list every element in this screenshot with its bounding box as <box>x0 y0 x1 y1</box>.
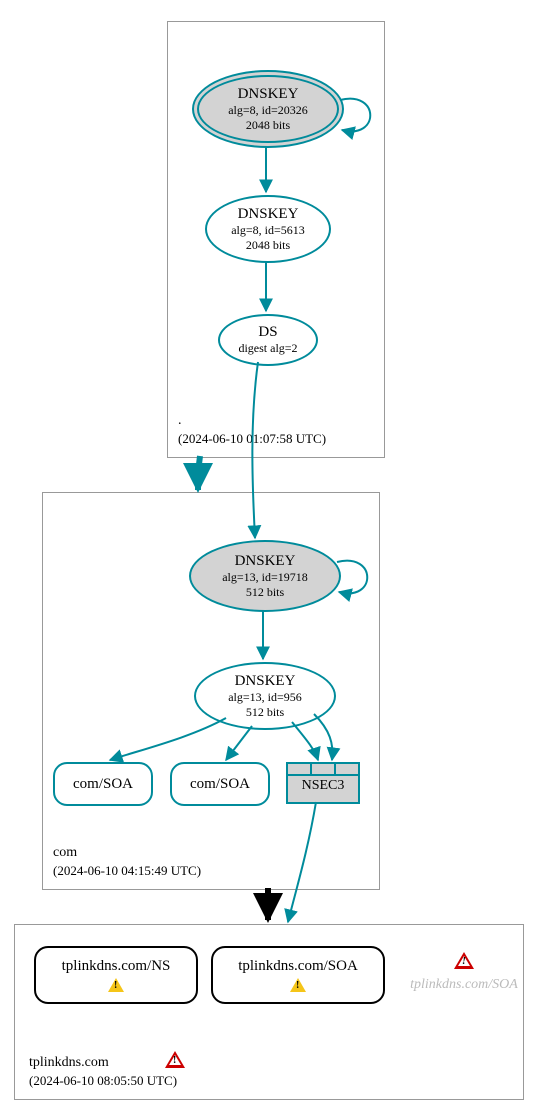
tpl-soa: tplinkdns.com/SOA <box>211 946 385 1004</box>
node-title: DNSKEY <box>238 206 299 223</box>
root-ds: DS digest alg=2 <box>218 314 318 366</box>
com-soa-2: com/SOA <box>170 762 270 806</box>
node-sub2: 512 bits <box>246 585 284 600</box>
com-zsk-dnskey: DNSKEY alg=13, id=956 512 bits <box>194 662 336 730</box>
com-nsec3: NSEC3 <box>286 762 360 804</box>
com-soa-1: com/SOA <box>53 762 153 806</box>
warning-icon <box>108 978 124 992</box>
zone-tpl-warning-icon <box>165 1051 185 1073</box>
com-ksk-dnskey: DNSKEY alg=13, id=19718 512 bits <box>189 540 341 612</box>
warning-icon <box>290 978 306 992</box>
node-title: DNSKEY <box>235 553 296 570</box>
tpl-soa-ghost: tplinkdns.com/SOA <box>404 952 524 993</box>
node-title: tplinkdns.com/SOA <box>238 958 358 975</box>
node-sub2: 2048 bits <box>246 118 290 133</box>
node-title: com/SOA <box>190 776 250 793</box>
node-sub1: alg=13, id=956 <box>228 690 302 705</box>
node-sub2: 512 bits <box>246 705 284 720</box>
root-zsk-dnskey: DNSKEY alg=8, id=5613 2048 bits <box>205 195 331 263</box>
root-ksk-dnskey: DNSKEY alg=8, id=20326 2048 bits <box>192 70 344 148</box>
warning-icon <box>454 952 474 969</box>
nsec3-label: NSEC3 <box>288 776 358 794</box>
node-sub1: alg=13, id=19718 <box>222 570 308 585</box>
node-title: tplinkdns.com/NS <box>62 958 171 975</box>
zone-tpl-label: tplinkdns.com <box>29 1055 109 1071</box>
node-title: DS <box>258 324 277 341</box>
node-sub1: digest alg=2 <box>238 341 297 356</box>
node-sub2: 2048 bits <box>246 238 290 253</box>
ghost-label: tplinkdns.com/SOA <box>410 977 518 992</box>
node-title: DNSKEY <box>238 86 299 103</box>
zone-root-date: (2024-06-10 01:07:58 UTC) <box>178 431 326 447</box>
node-title: DNSKEY <box>235 673 296 690</box>
node-sub1: alg=8, id=5613 <box>231 223 305 238</box>
zone-com-date: (2024-06-10 04:15:49 UTC) <box>53 863 201 879</box>
node-sub1: alg=8, id=20326 <box>228 103 308 118</box>
zone-com-label: com <box>53 845 77 861</box>
node-title: com/SOA <box>73 776 133 793</box>
zone-root-label: . <box>178 413 182 429</box>
tpl-ns: tplinkdns.com/NS <box>34 946 198 1004</box>
zone-tpl-date: (2024-06-10 08:05:50 UTC) <box>29 1073 177 1089</box>
